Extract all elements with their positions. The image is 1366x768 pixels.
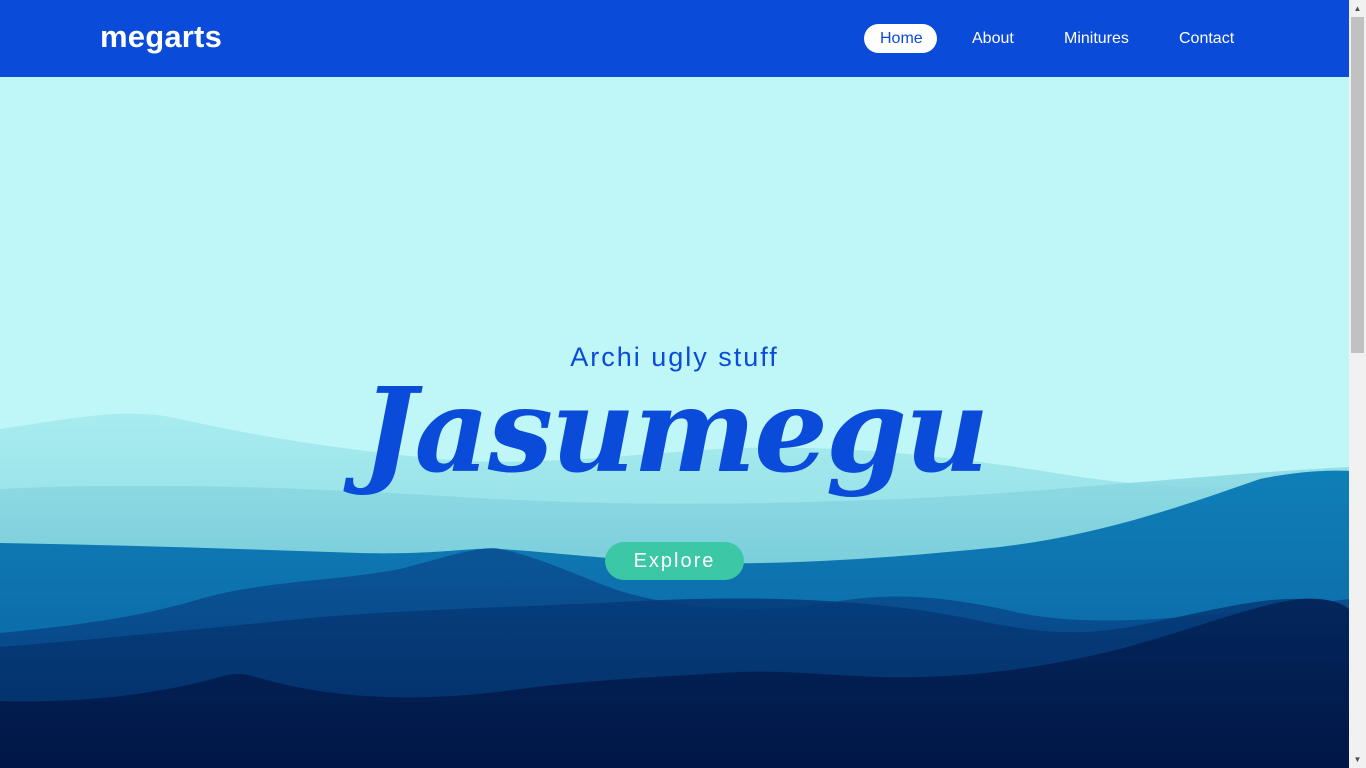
scrollbar-thumb[interactable] (1351, 17, 1364, 353)
explore-button[interactable]: Explore (605, 542, 744, 580)
nav-link-contact[interactable]: Contact (1179, 24, 1234, 53)
vertical-scrollbar[interactable]: ▲ ▼ (1349, 0, 1366, 768)
nav-link-minitures[interactable]: Minitures (1064, 24, 1129, 53)
nav-links: Home About Minitures Contact (0, 24, 1349, 54)
hero-headline: Jasumegu (361, 363, 990, 499)
nav-link-home[interactable]: Home (864, 24, 937, 53)
top-navbar: megarts Home About Minitures Contact (0, 0, 1349, 77)
triangle-down-icon[interactable]: ▼ (1349, 751, 1366, 768)
hero-content: Archi ugly stuff Jasumegu Explore (0, 77, 1349, 768)
hero-section: Archi ugly stuff Jasumegu Explore (0, 77, 1349, 768)
nav-link-about[interactable]: About (972, 24, 1014, 53)
triangle-up-icon[interactable]: ▲ (1349, 0, 1366, 17)
